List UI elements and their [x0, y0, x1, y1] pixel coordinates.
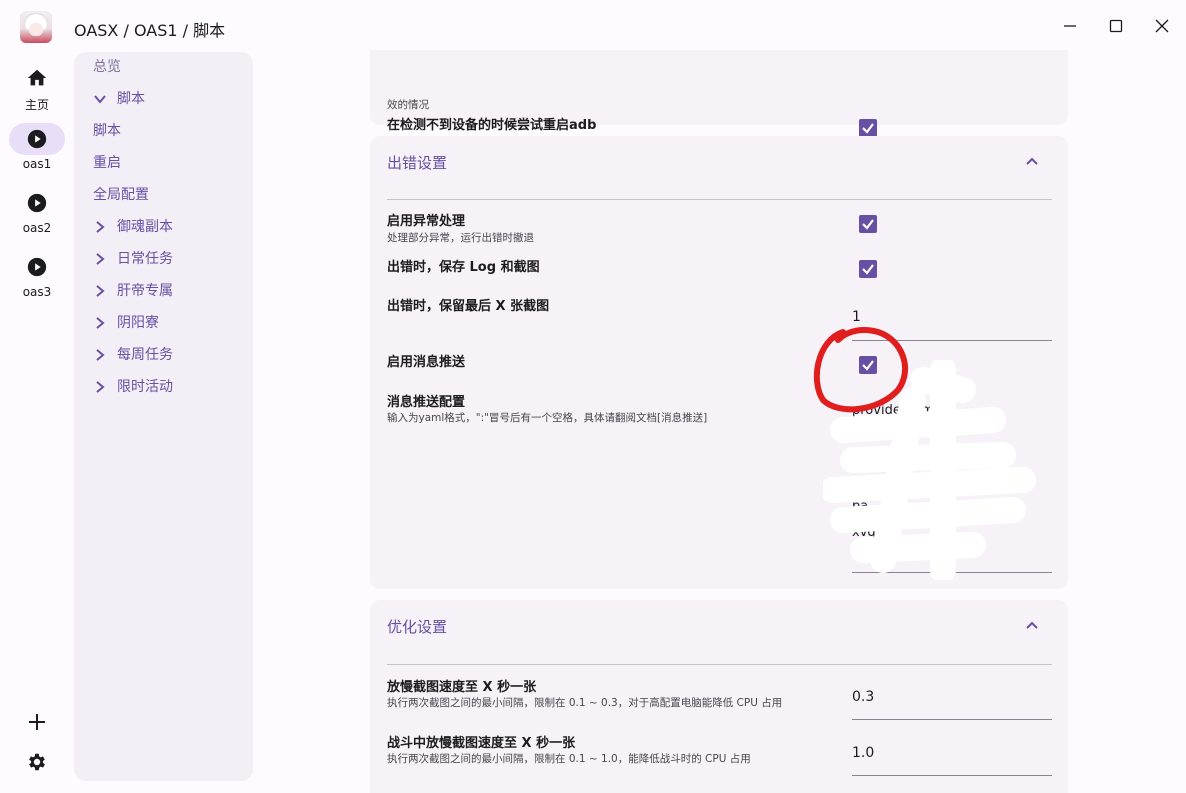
divider — [387, 664, 1052, 665]
nav-group-script[interactable]: 脚本 — [93, 87, 145, 111]
chevron-down-icon — [93, 87, 107, 111]
rail-label: oas3 — [22, 285, 52, 299]
card-title: 出错设置 — [387, 154, 448, 172]
chevron-right-icon — [93, 247, 107, 271]
nav-item-global-config[interactable]: 全局配置 — [93, 183, 149, 207]
chevron-right-icon — [93, 279, 107, 303]
option-help: 效的情况 — [387, 99, 429, 111]
yaml-line: xvq — [852, 525, 876, 540]
title-bar: OASX / OAS1 / 脚本 — [0, 0, 1186, 50]
maximize-icon[interactable] — [1102, 12, 1130, 40]
rail-label: oas2 — [22, 221, 52, 235]
handle-exception-checkbox[interactable] — [859, 215, 877, 233]
navigation-rail: 主页 oas1 oas2 oas3 — [0, 50, 74, 793]
rail-item-oas3[interactable]: oas3 — [0, 251, 74, 299]
optimize-settings-card: 优化设置 放慢截图速度至 X 秒一张 执行两次截图之间的最小间隔，限制在 0.1… — [370, 600, 1068, 793]
screenshot-interval-input[interactable]: 0.3 — [852, 689, 1052, 705]
nav-group-weekly[interactable]: 每周任务 — [93, 343, 173, 367]
chevron-up-icon[interactable] — [1023, 616, 1041, 634]
nav-item-label: 限时活动 — [117, 379, 173, 395]
chevron-right-icon — [93, 311, 107, 335]
chevron-right-icon — [93, 375, 107, 399]
input-underline — [852, 572, 1052, 573]
nav-item-label: 重启 — [93, 155, 121, 171]
settings-content: 效的情况 在检测不到设备的时候尝试重启adb 出错设置 启用异常处理 处理部分异… — [253, 50, 1186, 793]
restart-adb-checkbox[interactable] — [859, 119, 877, 137]
combat-interval-help: 执行两次截图之间的最小间隔，限制在 0.1 ~ 1.0，能降低战斗时的 CPU … — [387, 753, 751, 765]
rail-label: oas1 — [22, 157, 52, 171]
divider — [387, 199, 1052, 200]
nav-item-label: 阴阳寮 — [117, 315, 159, 331]
nav-item-restart[interactable]: 重启 — [93, 151, 121, 175]
nav-group-grinder[interactable]: 肝帝专属 — [93, 279, 173, 303]
handle-exception-label: 启用异常处理 — [387, 214, 466, 229]
nav-item-label: 脚本 — [117, 91, 145, 107]
breadcrumb: OASX / OAS1 / 脚本 — [74, 21, 226, 40]
nav-item-label: 御魂副本 — [117, 219, 173, 235]
check-icon — [862, 219, 874, 230]
nav-group-daily[interactable]: 日常任务 — [93, 247, 173, 271]
nav-item-label: 日常任务 — [117, 251, 173, 267]
nav-item-label: 总览 — [93, 59, 121, 75]
play-icon — [9, 187, 65, 219]
rail-item-oas1[interactable]: oas1 — [0, 123, 74, 171]
keep-screenshots-input[interactable]: 1 — [852, 309, 1052, 325]
yaml-line: pa — [852, 499, 869, 514]
save-log-label: 出错时，保存 Log 和截图 — [387, 260, 540, 275]
chevron-up-icon[interactable] — [1023, 152, 1041, 170]
device-settings-card: 效的情况 在检测不到设备的时候尝试重启adb — [370, 50, 1068, 137]
nav-group-events[interactable]: 限时活动 — [93, 375, 173, 399]
nav-item-overview[interactable]: 总览 — [93, 55, 121, 79]
script-nav-panel: 总览 脚本 脚本 重启 全局配置 御魂副本 日常任务 肝帝专属 阴阳寮 每周任务… — [74, 52, 253, 781]
card-title: 优化设置 — [387, 618, 448, 636]
rail-item-oas2[interactable]: oas2 — [0, 187, 74, 235]
chevron-right-icon — [93, 215, 107, 239]
home-icon — [9, 62, 65, 94]
next-option-label: ... — [387, 786, 402, 793]
screenshot-interval-help: 执行两次截图之间的最小间隔，限制在 0.1 ~ 0.3，对于高配置电脑能降低 C… — [387, 697, 783, 709]
nav-item-label: 全局配置 — [93, 187, 149, 203]
nav-item-label: 肝帝专属 — [117, 283, 173, 299]
play-icon — [9, 251, 65, 283]
nav-group-guild[interactable]: 阴阳寮 — [93, 311, 159, 335]
chevron-right-icon — [93, 343, 107, 367]
yaml-line: provider: smtp — [852, 403, 948, 418]
check-icon — [862, 264, 874, 275]
keep-screenshots-label: 出错时，保留最后 X 张截图 — [387, 299, 550, 314]
nav-item-script[interactable]: 脚本 — [93, 119, 121, 143]
restart-adb-label: 在检测不到设备的时候尝试重启adb — [387, 118, 597, 133]
gear-icon[interactable] — [25, 750, 49, 774]
input-underline — [852, 719, 1052, 720]
combat-interval-label: 战斗中放慢截图速度至 X 秒一张 — [387, 736, 576, 751]
input-underline — [852, 775, 1052, 776]
handle-exception-help: 处理部分异常，运行出错时撤退 — [387, 232, 534, 244]
save-log-checkbox[interactable] — [859, 260, 877, 278]
app-logo — [20, 11, 52, 43]
notify-checkbox[interactable] — [859, 356, 877, 374]
notify-config-help: 输入为yaml格式，":"冒号后有一个空格，具体请翻阅文档[消息推送] — [387, 412, 708, 424]
check-icon — [862, 123, 874, 134]
screenshot-interval-label: 放慢截图速度至 X 秒一张 — [387, 680, 537, 695]
close-icon[interactable] — [1148, 12, 1176, 40]
nav-group-soul[interactable]: 御魂副本 — [93, 215, 173, 239]
notify-config-label: 消息推送配置 — [387, 395, 466, 410]
minimize-icon[interactable] — [1056, 12, 1084, 40]
error-settings-card: 出错设置 启用异常处理 处理部分异常，运行出错时撤退 出错时，保存 Log 和截… — [370, 136, 1068, 589]
play-icon — [9, 123, 65, 155]
check-icon — [862, 360, 874, 371]
rail-item-home[interactable]: 主页 — [0, 62, 74, 113]
rail-label: 主页 — [24, 98, 49, 112]
add-icon[interactable] — [25, 710, 49, 734]
notify-label: 启用消息推送 — [387, 355, 466, 370]
nav-item-label: 脚本 — [93, 123, 121, 139]
input-underline — [852, 340, 1052, 341]
nav-item-label: 每周任务 — [117, 347, 173, 363]
combat-interval-input[interactable]: 1.0 — [852, 745, 1052, 761]
